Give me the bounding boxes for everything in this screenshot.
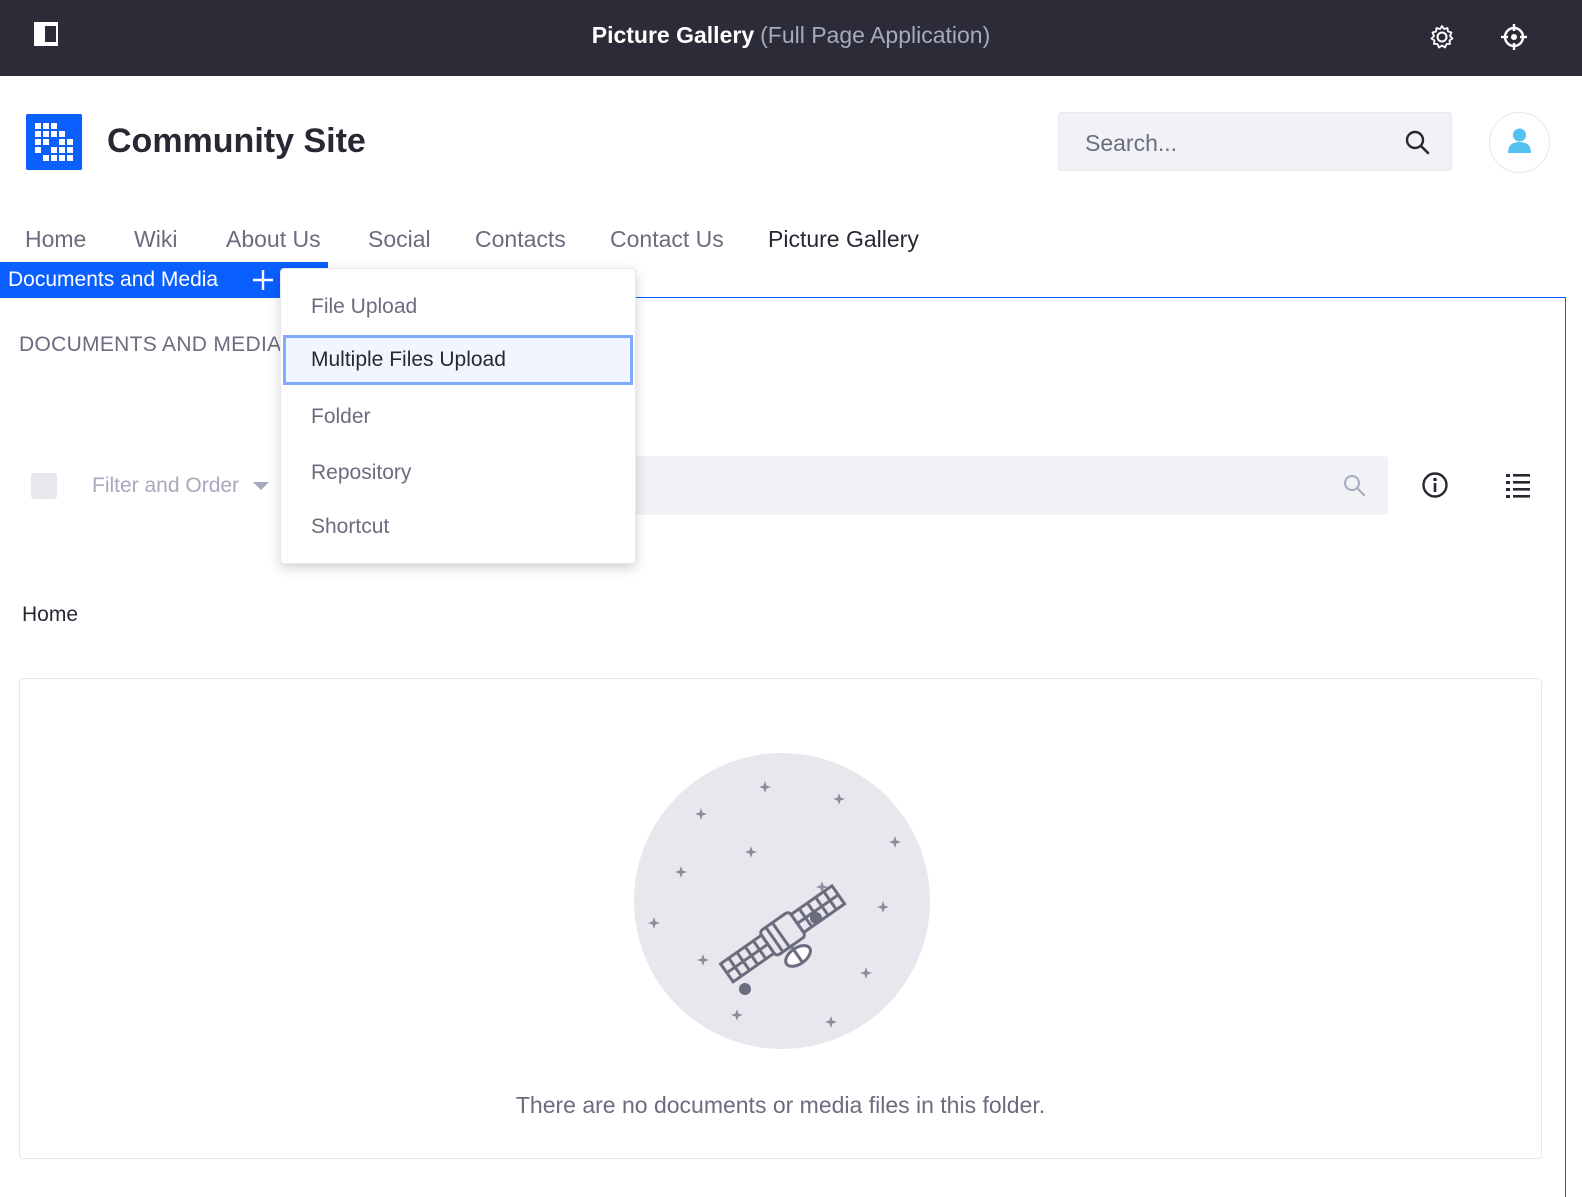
- menu-item-repository[interactable]: Repository: [283, 448, 633, 498]
- app-title-subtitle: (Full Page Application): [760, 22, 991, 48]
- empty-state-message: There are no documents or media files in…: [515, 1092, 1046, 1118]
- nav-item-wiki[interactable]: Wiki: [134, 226, 177, 253]
- nav-item-home[interactable]: Home: [25, 226, 86, 253]
- info-icon[interactable]: [1420, 470, 1450, 500]
- avatar[interactable]: [1489, 112, 1550, 173]
- search-icon[interactable]: [1342, 473, 1366, 497]
- nav-item-picture-gallery[interactable]: Picture Gallery: [768, 226, 919, 253]
- search-icon[interactable]: [1403, 128, 1431, 156]
- caret-down-icon: [253, 482, 270, 491]
- user-icon: [1508, 128, 1531, 153]
- grid-logo-icon[interactable]: [26, 114, 82, 170]
- section-heading: DOCUMENTS AND MEDIA: [19, 333, 282, 356]
- select-all-checkbox[interactable]: [31, 473, 57, 499]
- filter-label: Filter and Order: [92, 474, 240, 497]
- app-title-main: Picture Gallery: [591, 22, 755, 48]
- site-name[interactable]: Community Site: [107, 122, 366, 161]
- plus-icon[interactable]: [248, 265, 278, 295]
- menu-item-file-upload[interactable]: File Upload: [283, 282, 633, 332]
- site-search: [1058, 112, 1452, 171]
- breadcrumb: Home: [22, 603, 78, 627]
- menu-item-shortcut[interactable]: Shortcut: [283, 502, 633, 552]
- add-dropdown-menu: File Upload Multiple Files Upload Folder…: [280, 268, 636, 564]
- menu-item-folder[interactable]: Folder: [283, 392, 633, 442]
- portlet-topper: Documents and Media: [0, 262, 328, 298]
- control-menu-bar: Picture Gallery (Full Page Application): [0, 0, 1582, 76]
- filter-and-order-button[interactable]: Filter and Order: [92, 474, 270, 498]
- nav-item-social[interactable]: Social: [368, 226, 431, 253]
- page-title: Picture Gallery (Full Page Application): [0, 22, 1582, 49]
- nav-item-contact-us[interactable]: Contact Us: [610, 226, 724, 253]
- list-view-icon[interactable]: [1503, 470, 1533, 500]
- portlet-title: Documents and Media: [8, 268, 219, 291]
- nav-item-contacts[interactable]: Contacts: [475, 226, 566, 253]
- empty-state-card: There are no documents or media files in…: [19, 678, 1542, 1159]
- breadcrumb-home[interactable]: Home: [22, 603, 78, 626]
- target-icon[interactable]: [1499, 22, 1529, 52]
- search-input[interactable]: [1083, 125, 1387, 161]
- nav-item-about-us[interactable]: About Us: [226, 226, 321, 253]
- gear-icon[interactable]: [1427, 22, 1457, 52]
- satellite-illustration: [634, 753, 930, 1049]
- menu-item-multiple-files-upload[interactable]: Multiple Files Upload: [283, 335, 633, 385]
